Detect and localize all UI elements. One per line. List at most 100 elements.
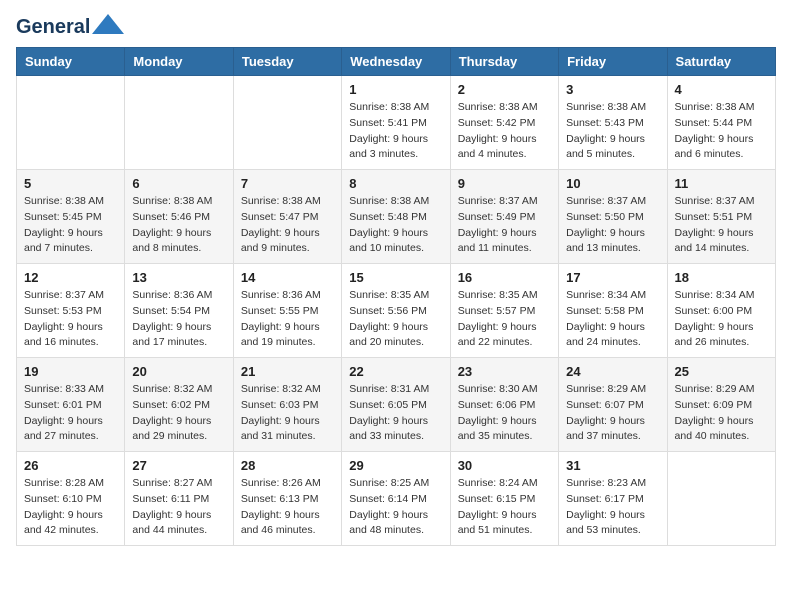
daylight-text: Daylight: 9 hours and 33 minutes. — [349, 414, 442, 446]
daylight-text: Daylight: 9 hours and 26 minutes. — [675, 320, 768, 352]
daylight-text: Daylight: 9 hours and 20 minutes. — [349, 320, 442, 352]
day-info: Sunrise: 8:34 AMSunset: 5:58 PMDaylight:… — [566, 288, 659, 351]
sunrise-text: Sunrise: 8:38 AM — [675, 100, 768, 116]
day-info: Sunrise: 8:32 AMSunset: 6:02 PMDaylight:… — [132, 382, 225, 445]
day-number: 29 — [349, 458, 442, 473]
header-cell-saturday: Saturday — [667, 48, 775, 76]
sunrise-text: Sunrise: 8:23 AM — [566, 476, 659, 492]
daylight-text: Daylight: 9 hours and 3 minutes. — [349, 132, 442, 164]
day-number: 28 — [241, 458, 334, 473]
calendar-cell — [17, 76, 125, 170]
sunrise-text: Sunrise: 8:25 AM — [349, 476, 442, 492]
daylight-text: Daylight: 9 hours and 6 minutes. — [675, 132, 768, 164]
day-number: 16 — [458, 270, 551, 285]
sunset-text: Sunset: 5:54 PM — [132, 304, 225, 320]
day-number: 26 — [24, 458, 117, 473]
calendar-cell: 7Sunrise: 8:38 AMSunset: 5:47 PMDaylight… — [233, 170, 341, 264]
logo: General — [16, 16, 124, 35]
calendar-cell: 30Sunrise: 8:24 AMSunset: 6:15 PMDayligh… — [450, 452, 558, 546]
calendar-week-row: 19Sunrise: 8:33 AMSunset: 6:01 PMDayligh… — [17, 358, 776, 452]
day-number: 7 — [241, 176, 334, 191]
sunrise-text: Sunrise: 8:32 AM — [241, 382, 334, 398]
sunrise-text: Sunrise: 8:27 AM — [132, 476, 225, 492]
calendar-cell — [667, 452, 775, 546]
calendar-cell: 28 Sunrise: 8:26 AMSunset: 6:13 PMDayligh… — [233, 452, 341, 546]
day-number: 15 — [349, 270, 442, 285]
day-info: Sunrise: 8:33 AMSunset: 6:01 PMDaylight:… — [24, 382, 117, 445]
daylight-text: Daylight: 9 hours and 35 minutes. — [458, 414, 551, 446]
header-cell-tuesday: Tuesday — [233, 48, 341, 76]
sunrise-text: Sunrise: 8:24 AM — [458, 476, 551, 492]
day-number: 27 — [132, 458, 225, 473]
daylight-text: Daylight: 9 hours and 9 minutes. — [241, 226, 334, 258]
sunset-text: Sunset: 6:07 PM — [566, 398, 659, 414]
calendar-cell: 16Sunrise: 8:35 AMSunset: 5:57 PMDayligh… — [450, 264, 558, 358]
sunrise-text: Sunrise: 8:32 AM — [132, 382, 225, 398]
day-number: 13 — [132, 270, 225, 285]
sunset-text: Sunset: 5:44 PM — [675, 116, 768, 132]
sunrise-text: Sunrise: 8:33 AM — [24, 382, 117, 398]
day-info: Sunrise: 8:32 AMSunset: 6:03 PMDaylight:… — [241, 382, 334, 445]
sunrise-text: Sunrise: 8:38 AM — [566, 100, 659, 116]
calendar-cell: 15 Sunrise: 8:35 AMSunset: 5:56 PMDayligh… — [342, 264, 450, 358]
sunrise-text: Sunrise: 8:26 AM — [241, 476, 334, 492]
daylight-text: Daylight: 9 hours and 44 minutes. — [132, 508, 225, 540]
calendar-cell: 31Sunrise: 8:23 AMSunset: 6:17 PMDayligh… — [559, 452, 667, 546]
sunset-text: Sunset: 5:46 PM — [132, 210, 225, 226]
sunset-text: Sunset: 6:00 PM — [675, 304, 768, 320]
day-info: Sunrise: 8:31 AMSunset: 6:05 PMDaylight:… — [349, 382, 442, 445]
calendar-cell — [125, 76, 233, 170]
sunset-text: Sunset: 6:13 PM — [241, 492, 334, 508]
calendar-cell: 6 Sunrise: 8:38 AMSunset: 5:46 PMDaylight… — [125, 170, 233, 264]
day-info: Sunrise: 8:38 AMSunset: 5:44 PMDaylight:… — [675, 100, 768, 163]
day-info: Sunrise: 8:38 AMSunset: 5:43 PMDaylight:… — [566, 100, 659, 163]
day-info: Sunrise: 8:36 AMSunset: 5:54 PMDaylight:… — [132, 288, 225, 351]
day-info: Sunrise: 8:35 AMSunset: 5:56 PMDaylight:… — [349, 288, 442, 351]
sunset-text: Sunset: 6:03 PM — [241, 398, 334, 414]
header-cell-thursday: Thursday — [450, 48, 558, 76]
daylight-text: Daylight: 9 hours and 51 minutes. — [458, 508, 551, 540]
calendar-cell: 14Sunrise: 8:36 AMSunset: 5:55 PMDayligh… — [233, 264, 341, 358]
day-number: 6 — [132, 176, 225, 191]
day-number: 3 — [566, 82, 659, 97]
calendar-cell: 22Sunrise: 8:31 AMSunset: 6:05 PMDayligh… — [342, 358, 450, 452]
sunrise-text: Sunrise: 8:37 AM — [675, 194, 768, 210]
daylight-text: Daylight: 9 hours and 24 minutes. — [566, 320, 659, 352]
daylight-text: Daylight: 9 hours and 11 minutes. — [458, 226, 551, 258]
sunrise-text: Sunrise: 8:35 AM — [458, 288, 551, 304]
sunset-text: Sunset: 5:55 PM — [241, 304, 334, 320]
day-info: Sunrise: 8:25 AMSunset: 6:14 PMDaylight:… — [349, 476, 442, 539]
daylight-text: Daylight: 9 hours and 7 minutes. — [24, 226, 117, 258]
calendar-cell: 2Sunrise: 8:38 AMSunset: 5:42 PMDaylight… — [450, 76, 558, 170]
daylight-text: Daylight: 9 hours and 46 minutes. — [241, 508, 334, 540]
calendar-cell: 29 Sunrise: 8:25 AMSunset: 6:14 PMDayligh… — [342, 452, 450, 546]
sunrise-text: Sunrise: 8:37 AM — [566, 194, 659, 210]
sunset-text: Sunset: 6:15 PM — [458, 492, 551, 508]
sunrise-text: Sunrise: 8:38 AM — [24, 194, 117, 210]
day-info: Sunrise: 8:29 AMSunset: 6:09 PMDaylight:… — [675, 382, 768, 445]
sunrise-text: Sunrise: 8:31 AM — [349, 382, 442, 398]
day-info: Sunrise: 8:38 AMSunset: 5:46 PMDaylight:… — [132, 194, 225, 257]
calendar-week-row: 5Sunrise: 8:38 AMSunset: 5:45 PMDaylight… — [17, 170, 776, 264]
day-info: Sunrise: 8:37 AMSunset: 5:49 PMDaylight:… — [458, 194, 551, 257]
sunrise-text: Sunrise: 8:30 AM — [458, 382, 551, 398]
day-info: Sunrise: 8:24 AMSunset: 6:15 PMDaylight:… — [458, 476, 551, 539]
page-header: General — [16, 16, 776, 35]
calendar-cell: 11Sunrise: 8:37 AMSunset: 5:51 PMDayligh… — [667, 170, 775, 264]
calendar-cell: 25Sunrise: 8:29 AMSunset: 6:09 PMDayligh… — [667, 358, 775, 452]
daylight-text: Daylight: 9 hours and 48 minutes. — [349, 508, 442, 540]
calendar-cell: 18Sunrise: 8:34 AMSunset: 6:00 PMDayligh… — [667, 264, 775, 358]
day-info: Sunrise: 8:34 AMSunset: 6:00 PMDaylight:… — [675, 288, 768, 351]
sunrise-text: Sunrise: 8:37 AM — [458, 194, 551, 210]
calendar-cell: 20Sunrise: 8:32 AMSunset: 6:02 PMDayligh… — [125, 358, 233, 452]
sunrise-text: Sunrise: 8:38 AM — [349, 100, 442, 116]
daylight-text: Daylight: 9 hours and 10 minutes. — [349, 226, 442, 258]
day-number: 21 — [241, 364, 334, 379]
day-number: 12 — [24, 270, 117, 285]
calendar-cell: 13 Sunrise: 8:36 AMSunset: 5:54 PMDayligh… — [125, 264, 233, 358]
header-row: SundayMondayTuesdayWednesdayThursdayFrid… — [17, 48, 776, 76]
calendar-cell — [233, 76, 341, 170]
calendar-cell: 1Sunrise: 8:38 AMSunset: 5:41 PMDaylight… — [342, 76, 450, 170]
day-info: Sunrise: 8:38 AMSunset: 5:42 PMDaylight:… — [458, 100, 551, 163]
day-number: 10 — [566, 176, 659, 191]
